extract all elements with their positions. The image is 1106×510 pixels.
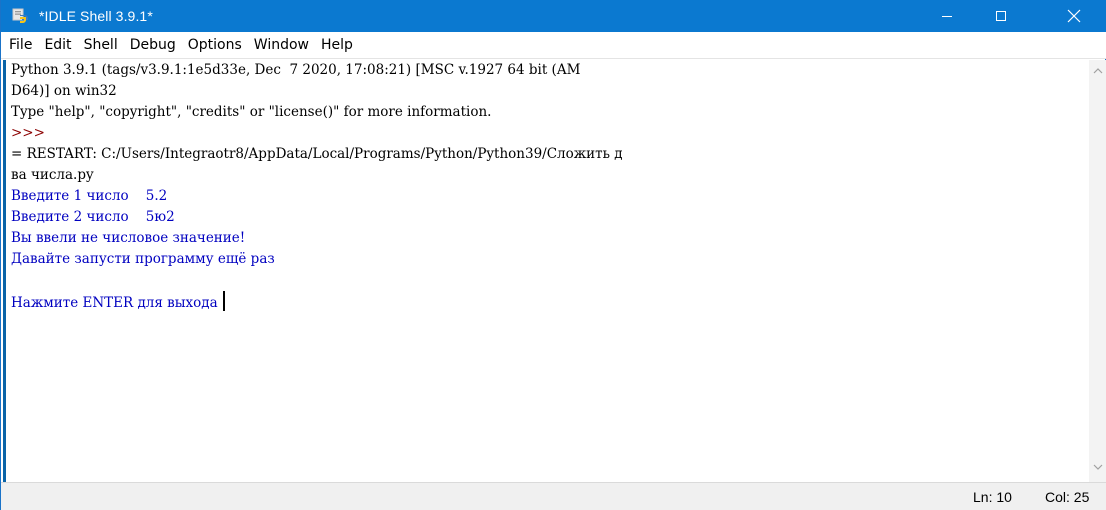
shell-prompt: >>>	[11, 125, 50, 141]
shell-output-line: Вы ввели не числовое значение!	[11, 230, 246, 246]
menu-edit[interactable]: Edit	[38, 35, 77, 55]
shell-line-restart-1: = RESTART: C:/Users/Integraotr8/AppData/…	[11, 146, 623, 162]
shell-line-restart-2: ва числа.py	[11, 167, 94, 183]
maximize-button[interactable]	[978, 0, 1024, 32]
menu-help[interactable]: Help	[315, 35, 359, 55]
close-icon	[1067, 9, 1081, 23]
window-title: *IDLE Shell 3.9.1*	[39, 8, 153, 24]
menu-file[interactable]: File	[1, 35, 38, 55]
scroll-down-icon[interactable]	[1093, 462, 1103, 472]
text-cursor	[222, 291, 225, 311]
status-column-number: Col: 25	[1045, 489, 1090, 505]
shell-input-line[interactable]: Нажмите ENTER для выхода	[11, 291, 225, 314]
idle-shell-window: *IDLE Shell 3.9.1* File Edit Shell Debug…	[0, 0, 1106, 510]
status-bar: Ln: 10 Col: 25	[1, 482, 1106, 510]
title-bar[interactable]: *IDLE Shell 3.9.1*	[1, 0, 1106, 32]
scroll-up-icon[interactable]	[1093, 66, 1103, 76]
shell-output-line: Введите 2 число 5ю2	[11, 209, 175, 225]
minimize-icon	[942, 16, 952, 17]
menu-shell[interactable]: Shell	[78, 35, 124, 55]
menu-window[interactable]: Window	[248, 35, 315, 55]
shell-output-line: Введите 1 число 5.2	[11, 188, 168, 204]
close-button[interactable]	[1051, 0, 1097, 32]
vertical-scrollbar[interactable]	[1089, 60, 1106, 482]
shell-line-help-hint: Type "help", "copyright", "credits" or "…	[11, 104, 492, 120]
menu-debug[interactable]: Debug	[124, 35, 182, 55]
status-line-number: Ln: 10	[973, 489, 1012, 505]
shell-line-banner-1: Python 3.9.1 (tags/v3.9.1:1e5d33e, Dec 7…	[11, 62, 581, 78]
maximize-icon	[996, 11, 1006, 21]
menu-options[interactable]: Options	[182, 35, 248, 55]
menu-bar: File Edit Shell Debug Options Window Hel…	[1, 32, 1106, 59]
shell-text-area[interactable]: Python 3.9.1 (tags/v3.9.1:1e5d33e, Dec 7…	[3, 60, 1089, 482]
shell-output-text: Нажмите ENTER для выхода	[11, 295, 222, 311]
minimize-button[interactable]	[924, 0, 970, 32]
shell-output-line: Давайте запусти программу ещё раз	[11, 251, 275, 267]
shell-line-banner-2: D64)] on win32	[11, 83, 117, 99]
idle-python-icon	[12, 8, 28, 23]
